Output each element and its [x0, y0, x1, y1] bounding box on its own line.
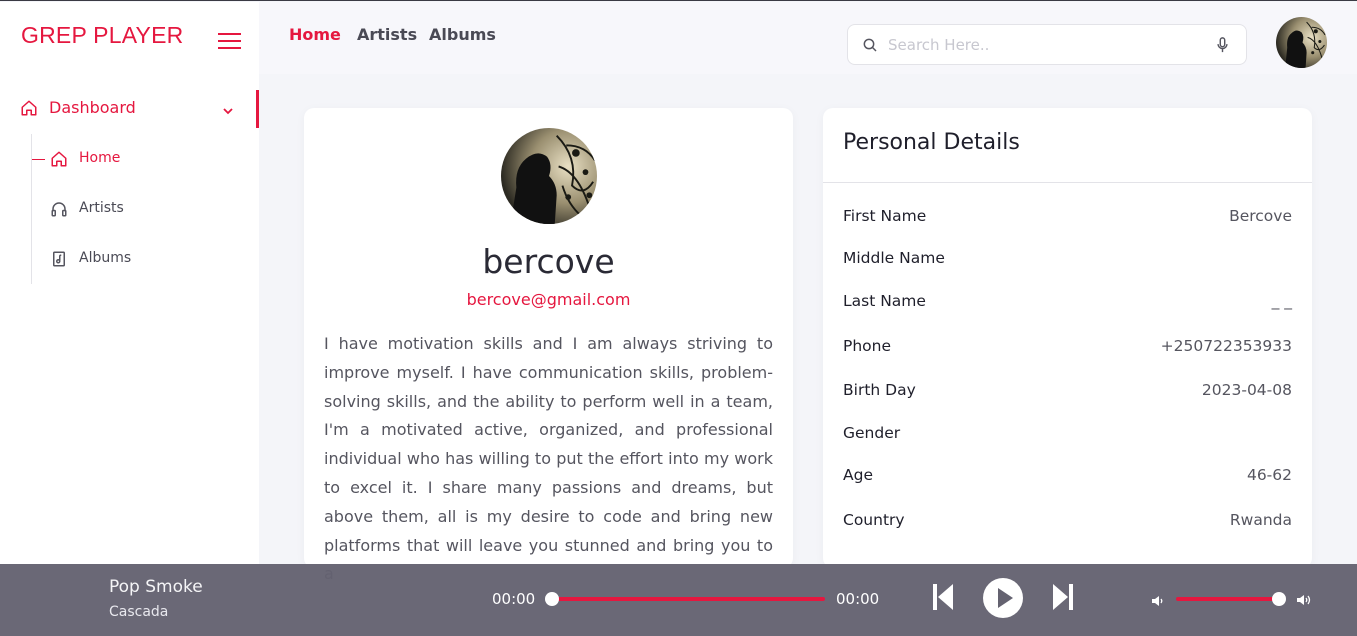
- detail-row-birth-day: Birth Day 2023-04-08: [843, 381, 1292, 405]
- profile-bio: I have motivation skills and I am always…: [324, 334, 773, 583]
- sidebar-item-label: Albums: [79, 250, 132, 266]
- music-player-bar: Pop Smoke Cascada 00:00 00:00: [0, 564, 1357, 636]
- sidebar-item-label: Home: [79, 150, 121, 166]
- detail-key: Country: [843, 511, 905, 529]
- detail-key: Birth Day: [843, 381, 916, 399]
- profile-card: bercove bercove@gmail.com I have motivat…: [304, 108, 793, 583]
- headphones-icon: [50, 200, 68, 222]
- user-avatar[interactable]: [1276, 17, 1327, 68]
- volume-handle[interactable]: [1272, 592, 1286, 606]
- detail-row-age: Age 46-62: [843, 466, 1292, 490]
- seek-handle[interactable]: [545, 592, 559, 606]
- play-button[interactable]: [982, 577, 1024, 623]
- detail-key: Phone: [843, 337, 892, 355]
- app-logo-text[interactable]: GREP PLAYER: [21, 22, 183, 49]
- detail-value: +250722353933: [1160, 337, 1292, 355]
- detail-value: 2023-04-08: [1201, 381, 1292, 399]
- detail-key: First Name: [843, 207, 927, 225]
- detail-value: Rwanda: [1229, 511, 1292, 529]
- profile-avatar: [501, 128, 597, 224]
- sidebar: GREP PLAYER Dashboard Home Artists Album…: [0, 2, 259, 636]
- detail-row-phone: Phone +250722353933: [843, 337, 1292, 361]
- top-nav-albums[interactable]: Albums: [429, 25, 496, 44]
- volume-low-icon[interactable]: [1151, 593, 1165, 612]
- detail-row-middle-name: Middle Name: [843, 249, 1292, 273]
- track-title: Pop Smoke: [109, 577, 203, 597]
- details-title: Personal Details: [843, 130, 1020, 155]
- detail-value: Bercove: [1229, 207, 1292, 225]
- volume-high-icon[interactable]: [1296, 592, 1312, 612]
- sidebar-item-label: Artists: [79, 200, 124, 216]
- detail-key: Age: [843, 466, 873, 484]
- top-nav-home[interactable]: Home: [289, 25, 341, 44]
- detail-value: _ _: [1271, 292, 1292, 310]
- hamburger-menu-icon[interactable]: [218, 31, 241, 50]
- search-input[interactable]: [888, 33, 1198, 57]
- detail-row-last-name: Last Name _ _: [843, 292, 1292, 316]
- detail-row-country: Country Rwanda: [843, 511, 1292, 535]
- track-artist: Cascada: [109, 604, 169, 620]
- detail-value: 46-62: [1246, 466, 1292, 484]
- music-file-icon: [50, 250, 68, 272]
- profile-name: bercove: [482, 242, 615, 281]
- detail-key: Gender: [843, 424, 901, 442]
- detail-row-gender: Gender: [843, 424, 1292, 448]
- detail-row-first-name: First Name Bercove: [843, 207, 1292, 231]
- total-time: 00:00: [836, 590, 880, 608]
- divider: [823, 182, 1312, 183]
- detail-key: Last Name: [843, 292, 926, 310]
- profile-email[interactable]: bercove@gmail.com: [304, 290, 793, 309]
- search-icon: [862, 37, 878, 57]
- active-indicator: [256, 90, 259, 128]
- seek-bar[interactable]: [545, 592, 825, 606]
- search-box: [847, 24, 1247, 65]
- previous-track-icon[interactable]: [932, 583, 954, 615]
- detail-key: Middle Name: [843, 249, 945, 267]
- submenu-active-tick: [32, 159, 45, 160]
- home-icon: [50, 150, 68, 172]
- personal-details-card: Personal Details First Name Bercove Midd…: [823, 108, 1312, 568]
- microphone-icon[interactable]: [1217, 37, 1228, 57]
- top-bar: Home Artists Albums: [259, 2, 1357, 74]
- home-icon: [20, 99, 38, 121]
- next-track-icon[interactable]: [1052, 583, 1074, 615]
- submenu-divider: [31, 134, 32, 284]
- volume-slider[interactable]: [1176, 592, 1286, 606]
- current-time: 00:00: [492, 590, 536, 608]
- chevron-down-icon: [222, 102, 234, 121]
- top-nav-artists[interactable]: Artists: [357, 25, 417, 44]
- sidebar-item-dashboard[interactable]: Dashboard: [0, 90, 259, 128]
- sidebar-item-label: Dashboard: [49, 98, 136, 117]
